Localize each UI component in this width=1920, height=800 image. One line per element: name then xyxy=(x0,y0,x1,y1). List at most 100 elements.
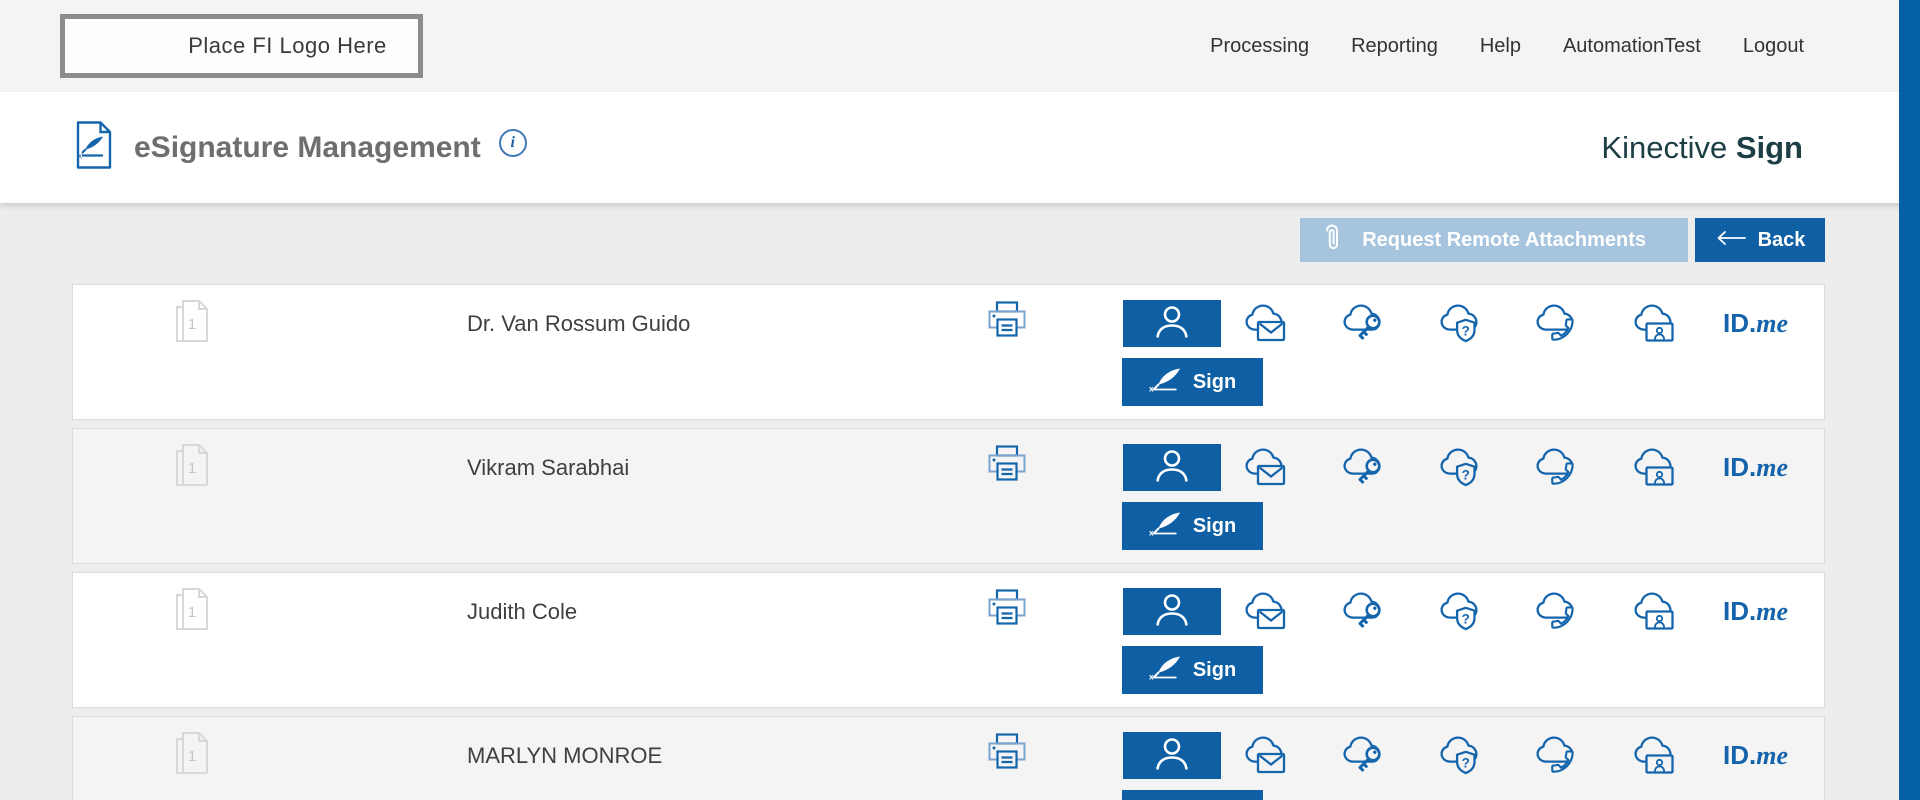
signer-name: Judith Cole xyxy=(467,573,577,651)
idme-bold-text: ID. xyxy=(1723,308,1756,339)
action-bar: Request Remote Attachments Back xyxy=(72,218,1825,262)
sign-label: Sign xyxy=(1193,371,1236,394)
print-icon[interactable] xyxy=(983,300,1031,347)
idme-badge[interactable]: ID.me xyxy=(1723,588,1788,635)
print-icon[interactable] xyxy=(983,444,1031,491)
cloud-email-icon[interactable] xyxy=(1242,300,1290,347)
brand-logo: Kinective Sign xyxy=(1601,130,1803,166)
cloud-id-card-icon[interactable] xyxy=(1631,732,1679,779)
brand-name: Kinective xyxy=(1601,130,1727,165)
page-header-left: x eSignature Management i xyxy=(74,120,527,175)
idme-badge[interactable]: ID.me xyxy=(1723,444,1788,491)
signer-name: Vikram Sarabhai xyxy=(467,429,629,507)
cloud-id-card-icon[interactable] xyxy=(1631,588,1679,635)
cloud-key-icon[interactable] xyxy=(1340,300,1388,347)
fi-logo-placeholder: Place FI Logo Here xyxy=(60,14,423,78)
idme-bold-text: ID. xyxy=(1723,452,1756,483)
svg-text:?: ? xyxy=(1462,323,1470,338)
nav-reporting[interactable]: Reporting xyxy=(1351,35,1438,58)
sign-label: Sign xyxy=(1193,659,1236,682)
cloud-email-icon[interactable] xyxy=(1242,588,1290,635)
cloud-key-icon[interactable] xyxy=(1340,732,1388,779)
svg-text:1: 1 xyxy=(188,316,196,333)
cloud-phone-icon[interactable] xyxy=(1533,732,1581,779)
signer-person-button[interactable] xyxy=(1123,444,1221,491)
page-header: x eSignature Management i Kinective Sign xyxy=(0,92,1920,203)
signer-person-button[interactable] xyxy=(1123,732,1221,779)
cloud-id-card-icon[interactable] xyxy=(1631,300,1679,347)
cloud-shield-question-icon[interactable]: ? xyxy=(1437,300,1485,347)
documents-count-icon: 1 xyxy=(173,299,213,352)
signer-list: 1 Dr. Van Rossum Guido xyxy=(72,284,1825,800)
back-label: Back xyxy=(1758,229,1806,252)
topbar: Place FI Logo Here Processing Reporting … xyxy=(0,0,1920,92)
sign-button[interactable]: x Sign xyxy=(1122,502,1263,550)
cloud-phone-icon[interactable] xyxy=(1533,588,1581,635)
cloud-email-icon[interactable] xyxy=(1242,732,1290,779)
idme-badge[interactable]: ID.me xyxy=(1723,300,1788,347)
fi-logo-text: Place FI Logo Here xyxy=(188,33,387,59)
idme-badge[interactable]: ID.me xyxy=(1723,732,1788,779)
back-button[interactable]: Back xyxy=(1695,218,1825,262)
svg-text:?: ? xyxy=(1462,467,1470,482)
idme-bold-text: ID. xyxy=(1723,596,1756,627)
sign-label: Sign xyxy=(1193,515,1236,538)
signer-row: 1 Vikram Sarabhai xyxy=(72,428,1825,564)
signer-name: MARLYN MONROE xyxy=(467,717,662,795)
quill-pen-icon: x xyxy=(1149,654,1183,686)
cloud-shield-question-icon[interactable]: ? xyxy=(1437,732,1485,779)
page: Place FI Logo Here Processing Reporting … xyxy=(0,0,1920,800)
nav-logout[interactable]: Logout xyxy=(1743,35,1804,58)
signer-person-button[interactable] xyxy=(1123,300,1221,347)
quill-pen-icon: x xyxy=(1149,510,1183,542)
svg-text:?: ? xyxy=(1462,611,1470,626)
signer-person-button[interactable] xyxy=(1123,588,1221,635)
nav-automationtest[interactable]: AutomationTest xyxy=(1563,35,1701,58)
svg-text:?: ? xyxy=(1462,755,1470,770)
signer-name: Dr. Van Rossum Guido xyxy=(467,285,690,363)
svg-text:x: x xyxy=(1149,385,1154,393)
person-icon xyxy=(1150,449,1194,486)
idme-italic-text: me xyxy=(1756,597,1788,627)
sign-button[interactable]: x Sign xyxy=(1122,646,1263,694)
svg-text:1: 1 xyxy=(188,604,196,621)
cloud-key-icon[interactable] xyxy=(1340,444,1388,491)
signer-row: 1 Dr. Van Rossum Guido xyxy=(72,284,1825,420)
idme-italic-text: me xyxy=(1756,309,1788,339)
svg-text:x: x xyxy=(78,152,82,161)
documents-count-icon: 1 xyxy=(173,731,213,784)
svg-text:x: x xyxy=(1149,673,1154,681)
info-icon[interactable]: i xyxy=(499,129,527,157)
signer-row: 1 Judith Cole xyxy=(72,572,1825,708)
cloud-shield-question-icon[interactable]: ? xyxy=(1437,588,1485,635)
cloud-id-card-icon[interactable] xyxy=(1631,444,1679,491)
svg-text:1: 1 xyxy=(188,748,196,765)
nav-help[interactable]: Help xyxy=(1480,35,1521,58)
cloud-phone-icon[interactable] xyxy=(1533,444,1581,491)
svg-text:x: x xyxy=(1149,529,1154,537)
request-remote-attachments-button[interactable]: Request Remote Attachments xyxy=(1300,218,1688,262)
left-arrow-icon xyxy=(1715,229,1747,252)
person-icon xyxy=(1150,737,1194,774)
nav-processing[interactable]: Processing xyxy=(1210,35,1309,58)
cloud-key-icon[interactable] xyxy=(1340,588,1388,635)
documents-count-icon: 1 xyxy=(173,443,213,496)
idme-italic-text: me xyxy=(1756,453,1788,483)
top-nav: Processing Reporting Help AutomationTest… xyxy=(1210,35,1804,58)
request-remote-attachments-label: Request Remote Attachments xyxy=(1362,229,1646,252)
paperclip-icon xyxy=(1322,221,1342,259)
idme-bold-text: ID. xyxy=(1723,740,1756,771)
quill-pen-icon: x xyxy=(1149,366,1183,398)
cloud-email-icon[interactable] xyxy=(1242,444,1290,491)
svg-text:1: 1 xyxy=(188,460,196,477)
cloud-shield-question-icon[interactable]: ? xyxy=(1437,444,1485,491)
print-icon[interactable] xyxy=(983,588,1031,635)
page-title: eSignature Management xyxy=(134,131,481,165)
cloud-phone-icon[interactable] xyxy=(1533,300,1581,347)
sign-button[interactable]: x Sign xyxy=(1122,358,1263,406)
vertical-scrollbar[interactable] xyxy=(1899,0,1920,800)
sign-button[interactable]: x Sign xyxy=(1122,790,1263,800)
esignature-document-quill-icon: x xyxy=(74,120,114,175)
idme-italic-text: me xyxy=(1756,741,1788,771)
print-icon[interactable] xyxy=(983,732,1031,779)
